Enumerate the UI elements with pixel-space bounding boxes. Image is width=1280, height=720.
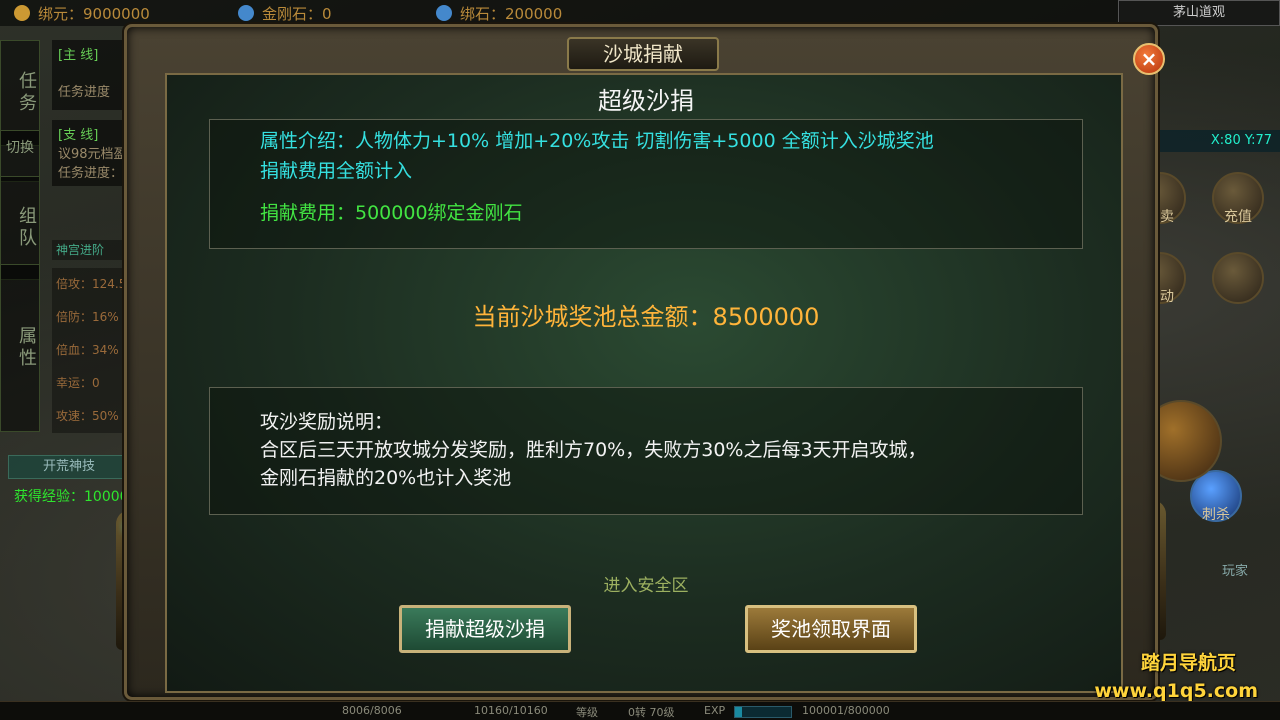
hp-value: 8006/8006 <box>342 704 402 717</box>
exp-bar <box>734 706 792 718</box>
exp-value: 100001/800000 <box>802 704 890 717</box>
bound-stone-label: 绑石：200000 <box>460 4 563 23</box>
dialog-subtitle: 超级沙捐 <box>598 87 694 115</box>
pool-claim-button[interactable]: 奖池领取界面 <box>745 605 917 653</box>
pool-total: 当前沙城奖池总金额：8500000 <box>472 303 820 331</box>
level-label: 等级 <box>576 706 598 719</box>
watermark-title: 踏月导航页 <box>1140 652 1236 674</box>
reward-line1: 合区后三天开放攻城分发奖励，胜利方70%，失败方30%之后每3天开启攻城， <box>260 439 927 461</box>
level-value: 0转 70级 <box>628 706 675 719</box>
diamond-resource: 金刚石：0 <box>238 3 332 24</box>
dialog-content: 超级沙捐 属性介绍：人物体力+10% 增加+20%攻击 切割伤害+5000 全额… <box>165 73 1123 693</box>
attribute-box: 属性介绍：人物体力+10% 增加+20%攻击 切割伤害+5000 全额计入沙城奖… <box>209 119 1083 249</box>
donation-cost: 捐献费用：500000绑定金刚石 <box>260 202 523 224</box>
target-icon[interactable] <box>1212 252 1264 304</box>
attribute-intro: 属性介绍：人物体力+10% 增加+20%攻击 切割伤害+5000 全额计入沙城奖… <box>260 130 934 152</box>
bound-yuan-label: 绑元：9000000 <box>38 4 150 23</box>
donate-button[interactable]: 捐献超级沙捐 <box>399 605 571 653</box>
reward-box: 攻沙奖励说明： 合区后三天开放攻城分发奖励，胜利方70%，失败方30%之后每3天… <box>209 387 1083 515</box>
tab-attr[interactable]: 属性 <box>0 264 40 432</box>
tab-switch[interactable]: 切换 <box>0 130 40 182</box>
stone-icon <box>436 5 452 21</box>
sand-city-donation-dialog: 沙城捐献 × 超级沙捐 属性介绍：人物体力+10% 增加+20%攻击 切割伤害+… <box>124 24 1165 700</box>
diamond-label: 金刚石：0 <box>262 4 332 23</box>
close-icon: × <box>1140 47 1158 71</box>
player-label[interactable]: 玩家 <box>1222 560 1248 579</box>
close-button[interactable]: × <box>1133 43 1165 75</box>
recharge-button[interactable]: 充值 <box>1212 172 1264 225</box>
exp-gain-text: 获得经验：100000 <box>14 489 138 505</box>
enter-safe-zone-link[interactable]: 进入安全区 <box>167 571 1125 596</box>
exp-bar-fill <box>735 707 742 717</box>
reward-line2: 金刚石捐献的20%也计入奖池 <box>260 467 512 489</box>
skill-button[interactable]: 开荒神技 <box>8 455 130 479</box>
bottom-status-bar: 8006/8006 10160/10160 等级 0转 70级 EXP 1000… <box>0 701 1280 720</box>
recharge-label: 充值 <box>1224 209 1252 225</box>
bound-yuan-resource: 绑元：9000000 <box>14 3 150 24</box>
bound-stone-resource: 绑石：200000 <box>436 3 562 24</box>
attribute-intro-line2: 捐献费用全额计入 <box>260 160 413 182</box>
dialog-title: 沙城捐献 <box>567 37 719 71</box>
watermark-url: www.q1q5.com <box>1094 680 1258 702</box>
exp-label: EXP <box>704 704 726 717</box>
resource-bar: 绑元：9000000 金刚石：0 绑石：200000 <box>0 0 1120 26</box>
mp-value: 10160/10160 <box>474 704 548 717</box>
coin-icon <box>14 5 30 21</box>
map-name: 茅山道观 <box>1118 0 1280 26</box>
diamond-icon <box>238 5 254 21</box>
reward-title: 攻沙奖励说明： <box>260 411 394 433</box>
kill-label: 刺杀 <box>1202 507 1230 523</box>
